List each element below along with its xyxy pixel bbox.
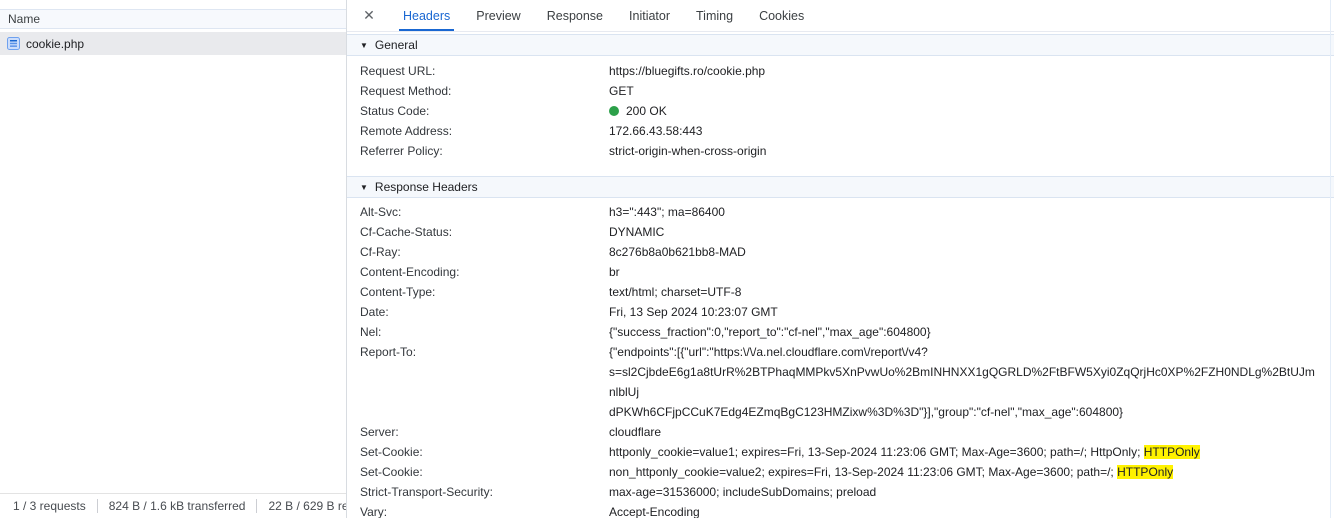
header-name: Content-Encoding: <box>360 265 460 279</box>
network-request-list-panel: Name cookie.php 1 / 3 requests 824 B / 1… <box>0 0 346 518</box>
tab-response[interactable]: Response <box>543 0 607 31</box>
header-value: {"endpoints":[{"url":"https:\/\/a.nel.cl… <box>609 345 1315 419</box>
request-name-label: cookie.php <box>26 36 85 51</box>
header-row: Content-Encoding: br <box>347 262 1334 282</box>
request-list: cookie.php <box>0 29 346 55</box>
collapse-arrow-icon: ▼ <box>360 182 368 192</box>
header-row: Set-Cookie: httponly_cookie=value1; expir… <box>347 442 1334 462</box>
header-value: https://bluegifts.ro/cookie.php <box>609 64 766 78</box>
search-highlight: HTTPOnly <box>1117 465 1174 479</box>
header-value-text: httponly_cookie=value1; expires=Fri, 13-… <box>609 445 1144 459</box>
header-row: Content-Type: text/html; charset=UTF-8 <box>347 282 1334 302</box>
header-name: Request Method: <box>360 84 452 98</box>
scrollbar-track-edge <box>1330 0 1331 518</box>
header-name: Set-Cookie: <box>360 445 423 459</box>
tab-headers[interactable]: Headers <box>399 0 455 31</box>
header-row: Server: cloudflare <box>347 422 1334 442</box>
header-row: Strict-Transport-Security: max-age=315360… <box>347 482 1334 502</box>
header-value: GET <box>609 84 634 98</box>
header-value: h3=":443"; ma=86400 <box>609 205 725 219</box>
header-row: Alt-Svc: h3=":443"; ma=86400 <box>347 202 1334 222</box>
header-value: {"success_fraction":0,"report_to":"cf-ne… <box>609 325 931 339</box>
general-rows: Request URL: https://bluegifts.ro/cookie.… <box>347 56 1334 170</box>
header-row: Vary: Accept-Encoding <box>347 502 1334 518</box>
header-value: max-age=31536000; includeSubDomains; pre… <box>609 485 877 499</box>
header-name: Referrer Policy: <box>360 144 443 158</box>
search-highlight: HTTPOnly <box>1143 445 1200 459</box>
header-row: Report-To: {"endpoints":[{"url":"https:\/… <box>347 342 1334 422</box>
column-header-name[interactable]: Name <box>0 9 346 29</box>
header-name: Cf-Ray: <box>360 245 401 259</box>
header-row: Nel: {"success_fraction":0,"report_to":"c… <box>347 322 1334 342</box>
header-row: Cf-Cache-Status: DYNAMIC <box>347 222 1334 242</box>
network-summary-bar: 1 / 3 requests 824 B / 1.6 kB transferre… <box>0 493 346 518</box>
header-name: Remote Address: <box>360 124 453 138</box>
tab-bar: ✕ Headers Preview Response Initiator Tim… <box>347 0 1334 32</box>
header-value: br <box>609 265 620 279</box>
column-header-name-label: Name <box>8 12 41 26</box>
header-row: Set-Cookie: non_httponly_cookie=value2; e… <box>347 462 1334 482</box>
summary-transferred: 824 B / 1.6 kB transferred <box>108 499 246 513</box>
header-row: Request URL: https://bluegifts.ro/cookie.… <box>347 61 1334 81</box>
header-name: Nel: <box>360 325 382 339</box>
header-value: cloudflare <box>609 425 662 439</box>
header-name: Status Code: <box>360 104 430 118</box>
header-row: Status Code: 200 OK <box>347 101 1334 121</box>
tab-cookies[interactable]: Cookies <box>755 0 808 31</box>
header-row: Referrer Policy: strict-origin-when-cross… <box>347 141 1334 161</box>
header-name: Strict-Transport-Security: <box>360 485 493 499</box>
section-title-general: General <box>374 38 418 52</box>
header-name: Vary: <box>360 505 388 518</box>
status-ok-dot-icon <box>609 106 619 116</box>
summary-resources: 22 B / 629 B resources <box>268 499 346 513</box>
summary-separator <box>96 499 98 513</box>
header-value: httponly_cookie=value1; expires=Fri, 13-… <box>609 442 1334 462</box>
tab-initiator[interactable]: Initiator <box>625 0 674 31</box>
summary-separator <box>256 499 258 513</box>
clipped-toolbar-edge <box>0 0 346 9</box>
tab-preview[interactable]: Preview <box>472 0 524 31</box>
header-name: Date: <box>360 305 389 319</box>
header-value: Accept-Encoding <box>609 505 700 518</box>
header-value: 172.66.43.58:443 <box>609 124 703 138</box>
header-name: Server: <box>360 425 399 439</box>
header-name: Cf-Cache-Status: <box>360 225 453 239</box>
header-value-text: non_httponly_cookie=value2; expires=Fri,… <box>609 465 1118 479</box>
header-value: non_httponly_cookie=value2; expires=Fri,… <box>609 462 1334 482</box>
header-row: Cf-Ray: 8c276b8a0b621bb8-MAD <box>347 242 1334 262</box>
header-value: DYNAMIC <box>609 225 665 239</box>
section-title-response-headers: Response Headers <box>374 180 478 194</box>
close-icon[interactable]: ✕ <box>354 0 384 31</box>
request-details-panel: ✕ Headers Preview Response Initiator Tim… <box>346 0 1334 518</box>
header-row: Date: Fri, 13 Sep 2024 10:23:07 GMT <box>347 302 1334 322</box>
response-headers-rows: Alt-Svc: h3=":443"; ma=86400 Cf-Cache-Stat… <box>347 198 1334 518</box>
collapse-arrow-icon: ▼ <box>360 40 368 50</box>
header-value: 8c276b8a0b621bb8-MAD <box>609 245 746 259</box>
document-icon <box>7 37 20 50</box>
summary-requests-count: 1 / 3 requests <box>13 499 86 513</box>
header-name: Report-To: <box>360 345 417 359</box>
header-value: strict-origin-when-cross-origin <box>609 144 767 158</box>
header-name: Request URL: <box>360 64 436 78</box>
header-value: text/html; charset=UTF-8 <box>609 285 742 299</box>
header-value: Fri, 13 Sep 2024 10:23:07 GMT <box>609 305 778 319</box>
header-name: Set-Cookie: <box>360 465 423 479</box>
header-row: Request Method: GET <box>347 81 1334 101</box>
header-name: Content-Type: <box>360 285 436 299</box>
section-header-general[interactable]: ▼ General <box>347 34 1334 56</box>
header-value: 200 OK <box>609 101 1334 121</box>
header-name: Alt-Svc: <box>360 205 402 219</box>
header-row: Remote Address: 172.66.43.58:443 <box>347 121 1334 141</box>
request-row-cookie-php[interactable]: cookie.php <box>0 32 346 55</box>
tab-timing[interactable]: Timing <box>692 0 737 31</box>
section-header-response-headers[interactable]: ▼ Response Headers <box>347 176 1334 198</box>
